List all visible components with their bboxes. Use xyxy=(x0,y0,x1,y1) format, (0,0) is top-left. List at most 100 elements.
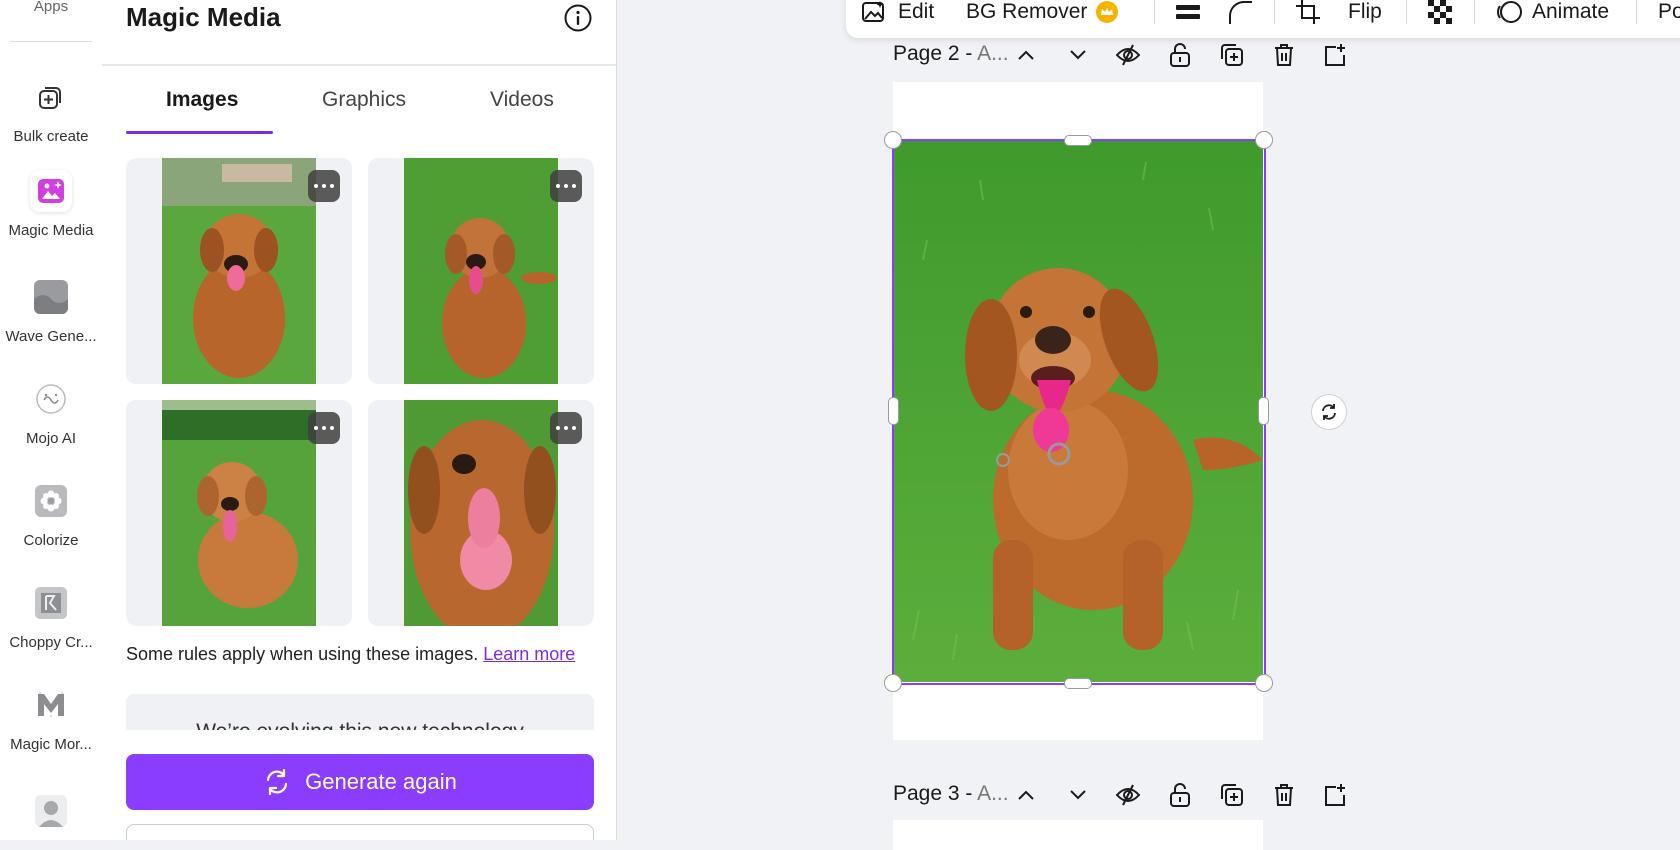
selected-dog-photo[interactable] xyxy=(893,140,1263,682)
rail-item-mojo-ai[interactable]: Mojo AI xyxy=(0,378,102,447)
page-3-header: Page 3 - A... xyxy=(893,780,1353,812)
rail-apps-label[interactable]: Apps xyxy=(0,0,102,15)
page-2-title[interactable]: Page 2 - A... xyxy=(893,42,1009,66)
bg-remover-button[interactable]: BG Remover xyxy=(966,0,1119,26)
rail-item-colorize[interactable]: Colorize xyxy=(0,480,102,549)
rail-item-magic-morph[interactable]: Magic Mor... xyxy=(0,684,102,753)
lock-icon[interactable] xyxy=(1167,42,1193,68)
toolbar-separator xyxy=(1154,0,1155,24)
flip-label: Flip xyxy=(1348,0,1382,23)
crop-button[interactable] xyxy=(1294,0,1322,26)
chevron-up-icon[interactable] xyxy=(1013,782,1039,808)
duplicate-page-icon[interactable] xyxy=(1219,782,1245,808)
rail-label: Colorize xyxy=(23,532,79,549)
usage-rules-text: Some rules apply when using these images… xyxy=(126,644,575,665)
tab-videos[interactable]: Videos xyxy=(490,88,554,112)
hide-page-icon[interactable] xyxy=(1115,782,1141,808)
resize-handle-top[interactable] xyxy=(1064,135,1092,146)
design-page-3[interactable] xyxy=(893,820,1263,850)
trash-icon[interactable] xyxy=(1271,42,1297,68)
corner-rounding-icon xyxy=(1229,1,1252,24)
generated-image-4[interactable] xyxy=(368,400,594,626)
add-page-icon[interactable] xyxy=(1321,42,1347,68)
info-icon[interactable] xyxy=(563,3,593,33)
toolbar-separator xyxy=(1274,0,1275,24)
dog-image-3 xyxy=(162,400,316,626)
magic-media-panel: Magic Media Images Graphics Videos Some … xyxy=(102,0,617,840)
more-options-icon[interactable] xyxy=(308,412,340,444)
panel-title: Magic Media xyxy=(126,2,281,32)
generated-image-2[interactable] xyxy=(368,158,594,384)
trash-icon[interactable] xyxy=(1271,782,1297,808)
rail-divider xyxy=(10,41,92,42)
bulk-create-icon xyxy=(30,76,72,118)
transparency-button[interactable] xyxy=(1426,0,1454,26)
rail-item-avatar-app[interactable] xyxy=(0,790,102,832)
resize-handle-bottom[interactable] xyxy=(1064,678,1092,689)
rules-text: Some rules apply when using these images… xyxy=(126,644,479,664)
generated-image-3[interactable] xyxy=(126,400,352,626)
magic-media-icon xyxy=(30,170,72,212)
rail-label: Choppy Cr... xyxy=(9,634,93,651)
duplicate-page-icon[interactable] xyxy=(1219,42,1245,68)
learn-more-link[interactable]: Learn more xyxy=(483,644,575,664)
page-3-title[interactable]: Page 3 - A... xyxy=(893,782,1009,806)
lock-icon[interactable] xyxy=(1167,782,1193,808)
position-label: Po xyxy=(1658,0,1680,23)
tab-images[interactable]: Images xyxy=(166,88,238,112)
more-options-icon[interactable] xyxy=(550,170,582,202)
generated-image-1[interactable] xyxy=(126,158,352,384)
technology-notice: We’re evolving this new technology xyxy=(126,694,594,730)
page-3-name: Page 3 - xyxy=(893,782,978,805)
edit-label: Edit xyxy=(898,0,935,23)
generate-again-label: Generate again xyxy=(305,769,457,794)
chevron-down-icon[interactable] xyxy=(1065,782,1091,808)
resize-handle-bottom-right[interactable] xyxy=(1255,674,1273,692)
secondary-button-partial[interactable] xyxy=(126,824,594,840)
toolbar-separator xyxy=(1406,0,1407,24)
app-rail: Apps Bulk create Magic Media Wave Gene..… xyxy=(0,0,102,840)
resize-handle-right[interactable] xyxy=(1258,397,1269,425)
more-options-icon[interactable] xyxy=(308,170,340,202)
flip-button[interactable]: Flip xyxy=(1348,0,1382,26)
rail-label: Bulk create xyxy=(13,128,89,145)
rail-label: Wave Gene... xyxy=(5,328,97,345)
transparency-icon xyxy=(1428,0,1452,24)
crop-icon xyxy=(1296,0,1320,24)
rail-item-choppy-crop[interactable]: Choppy Cr... xyxy=(0,582,102,651)
media-type-tabs: Images Graphics Videos xyxy=(126,88,594,136)
edit-button[interactable]: Edit xyxy=(860,0,934,26)
animate-button[interactable]: Animate xyxy=(1494,0,1609,26)
chevron-up-icon[interactable] xyxy=(1013,42,1039,68)
chevron-down-icon[interactable] xyxy=(1065,42,1091,68)
edit-image-icon xyxy=(862,1,884,22)
more-options-icon[interactable] xyxy=(550,412,582,444)
border-weight-button[interactable] xyxy=(1174,0,1202,26)
dog-image-2 xyxy=(404,158,558,384)
resize-handle-bottom-left[interactable] xyxy=(884,674,902,692)
generate-again-button[interactable]: Generate again xyxy=(126,754,594,810)
mojo-ai-icon xyxy=(30,378,72,420)
corner-rounding-button[interactable] xyxy=(1226,0,1254,26)
image-toolbar: Edit BG Remover Flip Animate Po xyxy=(846,0,1680,38)
rail-item-bulk-create[interactable]: Bulk create xyxy=(0,76,102,145)
hide-page-icon[interactable] xyxy=(1115,42,1141,68)
rotate-icon[interactable] xyxy=(1311,394,1347,430)
avatar-app-icon xyxy=(30,790,72,832)
magic-morph-icon xyxy=(30,684,72,726)
tab-graphics[interactable]: Graphics xyxy=(322,88,406,112)
animate-label: Animate xyxy=(1532,0,1610,23)
choppy-crop-icon xyxy=(30,582,72,624)
animate-icon xyxy=(1497,1,1522,23)
rail-label: Magic Media xyxy=(8,222,94,239)
rail-item-magic-media[interactable]: Magic Media xyxy=(0,170,102,239)
technology-notice-text: We’re evolving this new technology xyxy=(126,720,594,730)
resize-handle-left[interactable] xyxy=(888,397,899,425)
rail-item-wave-generator[interactable]: Wave Gene... xyxy=(0,276,102,345)
resize-handle-top-right[interactable] xyxy=(1255,131,1273,149)
page-2-header: Page 2 - A... xyxy=(893,40,1353,72)
rail-label: Magic Mor... xyxy=(10,736,92,753)
resize-handle-top-left[interactable] xyxy=(884,131,902,149)
add-page-icon[interactable] xyxy=(1321,782,1347,808)
position-button[interactable]: Po xyxy=(1658,0,1680,26)
